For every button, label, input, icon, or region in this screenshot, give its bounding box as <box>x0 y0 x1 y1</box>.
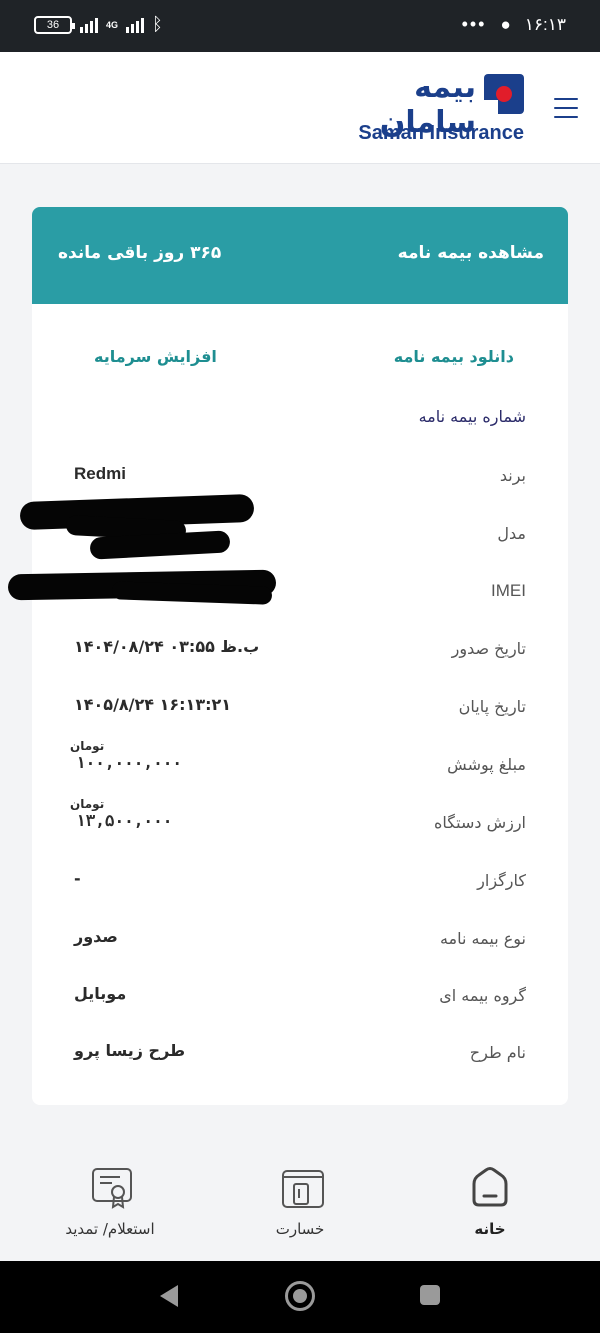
row-coverage: مبلغ پوشش ۱۰۰,۰۰۰,۰۰۰ تومان <box>32 739 568 781</box>
row-value: ۱۴۰۴/۰۸/۲۴ ۰۳:۵۵ ب.ظ <box>74 637 260 656</box>
policy-number-label: شماره بیمه نامه <box>418 407 526 426</box>
system-home-icon[interactable] <box>285 1281 315 1311</box>
days-remaining: ۳۶۵ روز باقی مانده <box>58 243 222 263</box>
row-broker: کارگزار - <box>32 867 568 897</box>
currency-unit: تومان <box>70 739 105 753</box>
nav-home[interactable]: خانه <box>470 1166 510 1238</box>
recent-apps-icon[interactable] <box>420 1285 440 1305</box>
row-end-date: تاریخ پایان ۱۴۰۵/۸/۲۴ ۱۶:۱۳:۲۱ <box>32 693 568 723</box>
row-label: گروه بیمه ای <box>439 986 526 1005</box>
row-label: IMEI <box>491 581 526 600</box>
policy-card: مشاهده بیمه نامه ۳۶۵ روز باقی مانده دانل… <box>32 207 568 1105</box>
row-value: - <box>74 869 81 888</box>
bluetooth-icon: ᛒ <box>152 14 163 35</box>
row-label: ارزش دستگاه <box>434 813 526 832</box>
battery-level: 36 <box>46 19 60 31</box>
row-value: طرح زیسا پرو <box>74 1041 186 1060</box>
row-label: نام طرح <box>469 1043 526 1062</box>
policy-card-header: مشاهده بیمه نامه ۳۶۵ روز باقی مانده <box>32 207 568 304</box>
chat-icon: ● <box>500 14 511 34</box>
menu-icon[interactable] <box>554 98 578 118</box>
currency-unit: تومان <box>70 797 105 811</box>
download-policy-link[interactable]: دانلود بیمه نامه <box>394 347 514 366</box>
claim-icon <box>280 1166 324 1208</box>
row-insurance-group: گروه بیمه ای موبایل <box>32 982 568 1012</box>
policy-card-title: مشاهده بیمه نامه <box>397 243 544 263</box>
row-value: صدور <box>74 927 118 946</box>
more-notifications-icon: ••• <box>461 14 487 34</box>
row-label: مبلغ پوشش <box>447 755 526 774</box>
row-issue-date: تاریخ صدور ۱۴۰۴/۰۸/۲۴ ۰۳:۵۵ ب.ظ <box>32 635 568 665</box>
row-label: برند <box>499 466 526 485</box>
row-policy-type: نوع بیمه نامه صدور <box>32 925 568 955</box>
logo-mark-icon <box>484 74 524 114</box>
nav-home-label: خانه <box>474 1220 506 1238</box>
row-label: تاریخ پایان <box>458 697 526 716</box>
row-label: تاریخ صدور <box>451 639 526 658</box>
logo-text-en: Saman Insurance <box>358 122 524 144</box>
row-value: Redmi <box>74 464 126 483</box>
row-value: موبایل <box>74 984 127 1003</box>
row-value: ۱۰۰,۰۰۰,۰۰۰ <box>76 753 182 772</box>
row-device-value: ارزش دستگاه ۱۳,۵۰۰,۰۰۰ تومان <box>32 797 568 839</box>
battery-icon: 36 <box>34 16 75 34</box>
app-header: بیمه سامان Saman Insurance <box>0 52 600 164</box>
signal-icon-2 <box>126 17 145 33</box>
nav-claim-label: خسارت <box>275 1220 325 1238</box>
row-value: ۱۳,۵۰۰,۰۰۰ <box>76 811 173 830</box>
nav-inquiry-label: استعلام/ تمدید <box>65 1220 155 1238</box>
home-icon <box>470 1166 510 1208</box>
saman-logo: بیمه سامان Saman Insurance <box>342 70 524 148</box>
row-label: نوع بیمه نامه <box>439 929 526 948</box>
status-bar: 36 4G ᛒ ••• ● ۱۶:۱۳ <box>0 0 600 52</box>
bottom-navigation: خانه خسارت استعلام/ تمدید <box>0 1158 600 1260</box>
row-value: ۱۴۰۵/۸/۲۴ ۱۶:۱۳:۲۱ <box>74 695 232 714</box>
row-plan-name: نام طرح طرح زیسا پرو <box>32 1039 568 1069</box>
certificate-icon <box>90 1166 132 1209</box>
row-label: کارگزار <box>477 871 526 890</box>
row-label: مدل <box>497 524 526 543</box>
nav-inquiry-renew[interactable]: استعلام/ تمدید <box>50 1166 170 1238</box>
signal-icon <box>80 17 98 33</box>
network-type: 4G <box>106 19 119 30</box>
row-brand: برند Redmi <box>32 462 568 492</box>
increase-capital-link[interactable]: افزایش سرمایه <box>94 347 217 366</box>
nav-claim[interactable]: خسارت <box>270 1166 330 1238</box>
system-navigation-bar <box>0 1261 600 1333</box>
clock: ۱۶:۱۳ <box>524 14 566 34</box>
back-icon[interactable] <box>160 1285 178 1307</box>
